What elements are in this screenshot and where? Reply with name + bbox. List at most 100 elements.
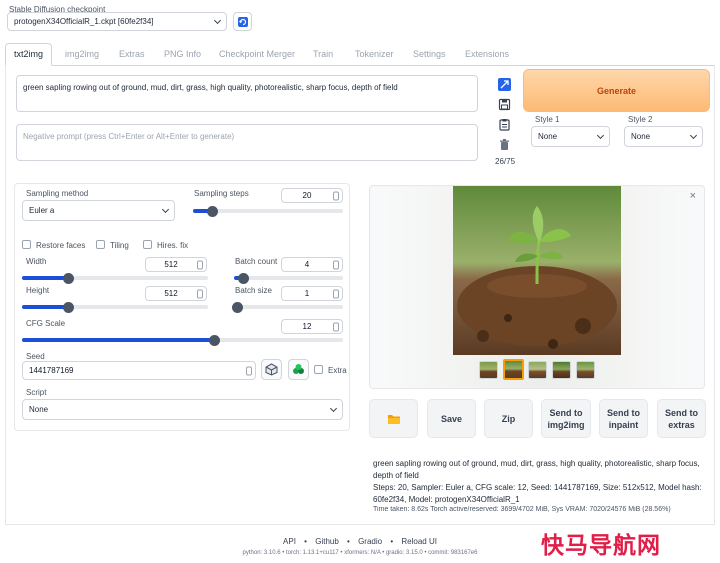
style2-select[interactable]: None (624, 126, 703, 147)
chevron-down-icon (161, 205, 170, 213)
generation-info-timing: Time taken: 8.62s Torch active/reserved:… (373, 506, 671, 513)
tab-txt2img[interactable]: txt2img (14, 49, 43, 59)
footer-link-reload-ui[interactable]: Reload UI (401, 537, 437, 546)
tab-checkpoint-merger[interactable]: Checkpoint Merger (219, 49, 295, 59)
reuse-seed-button[interactable] (288, 359, 309, 380)
gallery-thumbnail-selected[interactable] (503, 359, 524, 380)
hires-fix-checkbox[interactable] (143, 240, 152, 249)
slider-knob[interactable] (207, 205, 218, 217)
close-icon[interactable]: × (690, 190, 696, 202)
gallery-thumbnail[interactable] (528, 361, 547, 379)
refresh-checkpoint-button[interactable] (233, 12, 252, 31)
tab-png-info[interactable]: PNG Info (164, 49, 201, 59)
generation-info-params: Steps: 20, Sampler: Euler a, CFG scale: … (373, 483, 702, 504)
sampling-method-select[interactable]: Euler a (22, 200, 175, 221)
script-select[interactable]: None (22, 399, 343, 420)
style1-select[interactable]: None (531, 126, 610, 147)
tab-tokenizer[interactable]: Tokenizer (355, 49, 394, 59)
send-to-inpaint-line2: inpaint (608, 419, 639, 430)
batch-size-input[interactable]: 1 (281, 286, 343, 301)
slider-knob[interactable] (63, 272, 74, 284)
cfg-scale-input[interactable]: 12 (281, 319, 343, 334)
tab-extensions[interactable]: Extensions (465, 49, 509, 59)
send-to-inpaint-line1: Send to (607, 407, 640, 418)
script-label: Script (26, 388, 47, 397)
extra-seed-checkbox[interactable] (314, 365, 323, 374)
cfg-scale-slider[interactable] (22, 334, 343, 346)
footer-separator: • (304, 537, 307, 546)
slider-knob[interactable] (231, 301, 243, 313)
tiling-checkbox[interactable] (96, 240, 105, 249)
trash-icon (500, 139, 509, 150)
sampling-steps-input[interactable]: 20 (281, 188, 343, 203)
send-to-img2img-line1: Send to (549, 407, 583, 418)
open-folder-button[interactable] (369, 399, 418, 438)
generate-button[interactable]: Generate (523, 69, 710, 112)
apply-style-button[interactable] (498, 118, 511, 131)
tiling-label: Tiling (110, 241, 129, 250)
chevron-down-icon (689, 131, 698, 139)
send-to-inpaint-button[interactable]: Send to inpaint (599, 399, 648, 438)
batch-size-slider[interactable] (231, 301, 343, 313)
prompt-input[interactable]: green sapling rowing out of ground, mud,… (16, 75, 478, 112)
sampling-steps-label: Sampling steps (194, 189, 249, 198)
height-input[interactable]: 512 (145, 286, 207, 301)
footer-link-github[interactable]: Github (315, 537, 339, 546)
height-value: 512 (164, 289, 178, 298)
slider-knob[interactable] (238, 272, 250, 284)
batch-count-input[interactable]: 4 (281, 257, 343, 272)
tab-train[interactable]: Train (313, 49, 333, 59)
send-to-extras-button[interactable]: Send to extras (657, 399, 706, 438)
gallery-thumbnail[interactable] (552, 361, 571, 379)
height-slider[interactable] (22, 301, 208, 313)
height-label: Height (26, 286, 50, 295)
slider-knob[interactable] (63, 301, 74, 313)
batch-count-slider[interactable] (234, 272, 343, 284)
tab-settings[interactable]: Settings (413, 49, 446, 59)
clear-prompt-button[interactable] (498, 138, 511, 151)
recycle-icon (293, 364, 304, 374)
send-to-img2img-line2: img2img (547, 419, 585, 430)
footer-link-gradio[interactable]: Gradio (358, 537, 382, 546)
width-slider[interactable] (22, 272, 208, 284)
hires-fix-label: Hires. fix (157, 241, 189, 250)
negative-prompt-input[interactable]: Negative prompt (press Ctrl+Enter or Alt… (16, 124, 478, 161)
dice-icon (265, 363, 278, 376)
gallery-thumbnail[interactable] (576, 361, 595, 379)
arrow-icon (500, 80, 509, 89)
spinner-icon (333, 289, 339, 298)
floppy-icon (498, 98, 511, 111)
restore-faces-checkbox[interactable] (22, 240, 31, 249)
spinner-icon (333, 322, 339, 331)
zip-button[interactable]: Zip (484, 399, 533, 438)
seed-input[interactable]: 1441787169 (22, 361, 256, 380)
tab-extras[interactable]: Extras (119, 49, 145, 59)
sampling-steps-slider[interactable] (193, 205, 343, 217)
checkpoint-value: protogenX34OfficialR_1.ckpt [60fe2f34] (14, 17, 154, 26)
style2-value: None (631, 132, 651, 141)
spinner-icon (333, 260, 339, 269)
footer-link-api[interactable]: API (283, 537, 296, 546)
send-to-img2img-button[interactable]: Send to img2img (541, 399, 591, 438)
checkpoint-select[interactable]: protogenX34OfficialR_1.ckpt [60fe2f34] (7, 12, 227, 31)
style1-value: None (538, 132, 558, 141)
sapling-image (453, 186, 621, 355)
slider-knob[interactable] (209, 334, 221, 346)
random-seed-button[interactable] (261, 359, 282, 380)
spinner-icon (246, 366, 252, 375)
gallery-thumbnail[interactable] (479, 361, 498, 379)
batch-size-value: 1 (304, 289, 310, 298)
sampling-steps-value: 20 (302, 191, 312, 200)
slider-fill (22, 276, 69, 280)
spinner-icon (197, 260, 203, 269)
generated-image[interactable] (453, 186, 621, 355)
cfg-scale-label: CFG Scale (26, 319, 66, 328)
seed-label: Seed (26, 352, 45, 361)
save-button[interactable]: Save (427, 399, 476, 438)
batch-count-label: Batch count (235, 257, 278, 266)
save-style-button[interactable] (498, 98, 511, 111)
width-input[interactable]: 512 (145, 257, 207, 272)
tab-img2img[interactable]: img2img (65, 49, 99, 59)
cfg-scale-value: 12 (302, 322, 312, 331)
paste-params-button[interactable] (498, 78, 511, 91)
